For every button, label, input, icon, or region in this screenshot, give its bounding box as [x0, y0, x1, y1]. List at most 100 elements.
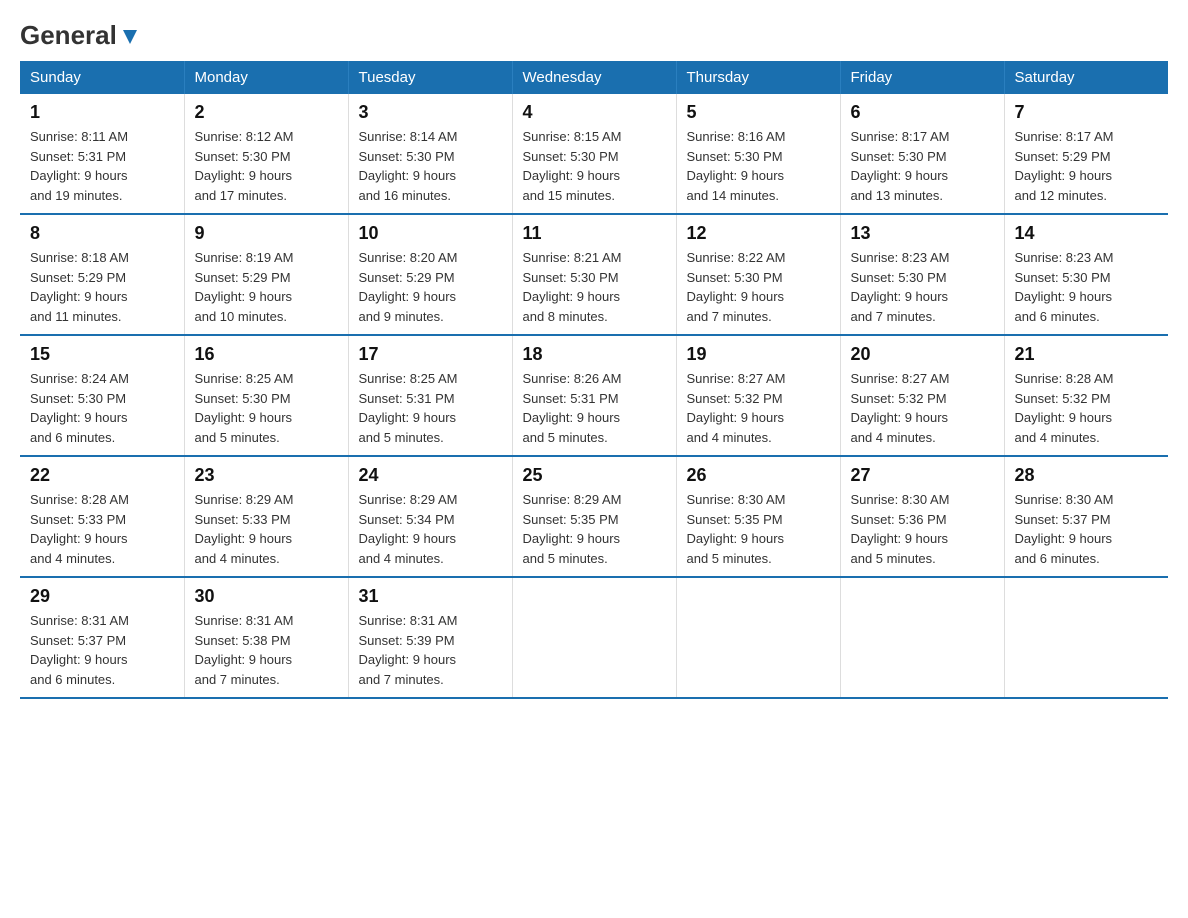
day-cell: 31 Sunrise: 8:31 AM Sunset: 5:39 PM Dayl…	[348, 577, 512, 698]
day-number: 14	[1015, 223, 1159, 244]
day-number: 21	[1015, 344, 1159, 365]
day-number: 20	[851, 344, 994, 365]
day-number: 26	[687, 465, 830, 486]
day-number: 22	[30, 465, 174, 486]
day-number: 28	[1015, 465, 1159, 486]
header-cell-monday: Monday	[184, 61, 348, 94]
day-cell: 25 Sunrise: 8:29 AM Sunset: 5:35 PM Dayl…	[512, 456, 676, 577]
day-number: 29	[30, 586, 174, 607]
day-number: 25	[523, 465, 666, 486]
day-number: 10	[359, 223, 502, 244]
day-number: 11	[523, 223, 666, 244]
day-info: Sunrise: 8:29 AM Sunset: 5:35 PM Dayligh…	[523, 490, 666, 568]
day-info: Sunrise: 8:17 AM Sunset: 5:29 PM Dayligh…	[1015, 127, 1159, 205]
logo: General	[20, 20, 141, 45]
day-cell	[512, 577, 676, 698]
day-info: Sunrise: 8:24 AM Sunset: 5:30 PM Dayligh…	[30, 369, 174, 447]
header-row: SundayMondayTuesdayWednesdayThursdayFrid…	[20, 61, 1168, 94]
day-cell: 1 Sunrise: 8:11 AM Sunset: 5:31 PM Dayli…	[20, 94, 184, 214]
day-number: 9	[195, 223, 338, 244]
day-number: 31	[359, 586, 502, 607]
week-row-3: 15 Sunrise: 8:24 AM Sunset: 5:30 PM Dayl…	[20, 335, 1168, 456]
day-info: Sunrise: 8:30 AM Sunset: 5:36 PM Dayligh…	[851, 490, 994, 568]
day-cell: 14 Sunrise: 8:23 AM Sunset: 5:30 PM Dayl…	[1004, 214, 1168, 335]
day-number: 13	[851, 223, 994, 244]
day-cell: 28 Sunrise: 8:30 AM Sunset: 5:37 PM Dayl…	[1004, 456, 1168, 577]
day-info: Sunrise: 8:14 AM Sunset: 5:30 PM Dayligh…	[359, 127, 502, 205]
day-cell: 11 Sunrise: 8:21 AM Sunset: 5:30 PM Dayl…	[512, 214, 676, 335]
day-info: Sunrise: 8:29 AM Sunset: 5:34 PM Dayligh…	[359, 490, 502, 568]
day-info: Sunrise: 8:20 AM Sunset: 5:29 PM Dayligh…	[359, 248, 502, 326]
day-cell: 18 Sunrise: 8:26 AM Sunset: 5:31 PM Dayl…	[512, 335, 676, 456]
day-info: Sunrise: 8:17 AM Sunset: 5:30 PM Dayligh…	[851, 127, 994, 205]
day-number: 27	[851, 465, 994, 486]
day-cell: 10 Sunrise: 8:20 AM Sunset: 5:29 PM Dayl…	[348, 214, 512, 335]
day-cell: 27 Sunrise: 8:30 AM Sunset: 5:36 PM Dayl…	[840, 456, 1004, 577]
day-cell: 24 Sunrise: 8:29 AM Sunset: 5:34 PM Dayl…	[348, 456, 512, 577]
calendar-body: 1 Sunrise: 8:11 AM Sunset: 5:31 PM Dayli…	[20, 94, 1168, 698]
day-cell: 7 Sunrise: 8:17 AM Sunset: 5:29 PM Dayli…	[1004, 94, 1168, 214]
day-info: Sunrise: 8:31 AM Sunset: 5:37 PM Dayligh…	[30, 611, 174, 689]
day-cell	[1004, 577, 1168, 698]
day-cell: 26 Sunrise: 8:30 AM Sunset: 5:35 PM Dayl…	[676, 456, 840, 577]
week-row-2: 8 Sunrise: 8:18 AM Sunset: 5:29 PM Dayli…	[20, 214, 1168, 335]
week-row-5: 29 Sunrise: 8:31 AM Sunset: 5:37 PM Dayl…	[20, 577, 1168, 698]
day-info: Sunrise: 8:23 AM Sunset: 5:30 PM Dayligh…	[1015, 248, 1159, 326]
header-cell-sunday: Sunday	[20, 61, 184, 94]
day-info: Sunrise: 8:30 AM Sunset: 5:37 PM Dayligh…	[1015, 490, 1159, 568]
day-cell: 2 Sunrise: 8:12 AM Sunset: 5:30 PM Dayli…	[184, 94, 348, 214]
week-row-4: 22 Sunrise: 8:28 AM Sunset: 5:33 PM Dayl…	[20, 456, 1168, 577]
logo-text-general: General	[20, 20, 117, 51]
day-info: Sunrise: 8:26 AM Sunset: 5:31 PM Dayligh…	[523, 369, 666, 447]
day-cell: 15 Sunrise: 8:24 AM Sunset: 5:30 PM Dayl…	[20, 335, 184, 456]
day-info: Sunrise: 8:28 AM Sunset: 5:32 PM Dayligh…	[1015, 369, 1159, 447]
day-cell: 6 Sunrise: 8:17 AM Sunset: 5:30 PM Dayli…	[840, 94, 1004, 214]
day-number: 19	[687, 344, 830, 365]
day-info: Sunrise: 8:29 AM Sunset: 5:33 PM Dayligh…	[195, 490, 338, 568]
header-cell-wednesday: Wednesday	[512, 61, 676, 94]
day-number: 17	[359, 344, 502, 365]
day-info: Sunrise: 8:28 AM Sunset: 5:33 PM Dayligh…	[30, 490, 174, 568]
header-cell-saturday: Saturday	[1004, 61, 1168, 94]
day-info: Sunrise: 8:18 AM Sunset: 5:29 PM Dayligh…	[30, 248, 174, 326]
day-number: 23	[195, 465, 338, 486]
day-info: Sunrise: 8:31 AM Sunset: 5:39 PM Dayligh…	[359, 611, 502, 689]
day-info: Sunrise: 8:27 AM Sunset: 5:32 PM Dayligh…	[851, 369, 994, 447]
day-cell: 8 Sunrise: 8:18 AM Sunset: 5:29 PM Dayli…	[20, 214, 184, 335]
day-number: 6	[851, 102, 994, 123]
day-number: 24	[359, 465, 502, 486]
calendar-header: SundayMondayTuesdayWednesdayThursdayFrid…	[20, 61, 1168, 94]
day-cell: 29 Sunrise: 8:31 AM Sunset: 5:37 PM Dayl…	[20, 577, 184, 698]
day-cell: 30 Sunrise: 8:31 AM Sunset: 5:38 PM Dayl…	[184, 577, 348, 698]
day-number: 16	[195, 344, 338, 365]
day-cell: 16 Sunrise: 8:25 AM Sunset: 5:30 PM Dayl…	[184, 335, 348, 456]
header-cell-friday: Friday	[840, 61, 1004, 94]
day-cell: 12 Sunrise: 8:22 AM Sunset: 5:30 PM Dayl…	[676, 214, 840, 335]
day-info: Sunrise: 8:15 AM Sunset: 5:30 PM Dayligh…	[523, 127, 666, 205]
day-number: 5	[687, 102, 830, 123]
day-cell	[840, 577, 1004, 698]
day-info: Sunrise: 8:30 AM Sunset: 5:35 PM Dayligh…	[687, 490, 830, 568]
day-cell: 4 Sunrise: 8:15 AM Sunset: 5:30 PM Dayli…	[512, 94, 676, 214]
page-header: General	[20, 20, 1168, 45]
day-cell: 20 Sunrise: 8:27 AM Sunset: 5:32 PM Dayl…	[840, 335, 1004, 456]
day-info: Sunrise: 8:16 AM Sunset: 5:30 PM Dayligh…	[687, 127, 830, 205]
day-cell: 9 Sunrise: 8:19 AM Sunset: 5:29 PM Dayli…	[184, 214, 348, 335]
day-number: 1	[30, 102, 174, 123]
day-info: Sunrise: 8:21 AM Sunset: 5:30 PM Dayligh…	[523, 248, 666, 326]
day-cell: 13 Sunrise: 8:23 AM Sunset: 5:30 PM Dayl…	[840, 214, 1004, 335]
day-info: Sunrise: 8:12 AM Sunset: 5:30 PM Dayligh…	[195, 127, 338, 205]
day-info: Sunrise: 8:31 AM Sunset: 5:38 PM Dayligh…	[195, 611, 338, 689]
day-number: 4	[523, 102, 666, 123]
day-cell	[676, 577, 840, 698]
day-number: 12	[687, 223, 830, 244]
day-info: Sunrise: 8:27 AM Sunset: 5:32 PM Dayligh…	[687, 369, 830, 447]
day-cell: 23 Sunrise: 8:29 AM Sunset: 5:33 PM Dayl…	[184, 456, 348, 577]
day-cell: 17 Sunrise: 8:25 AM Sunset: 5:31 PM Dayl…	[348, 335, 512, 456]
calendar-table: SundayMondayTuesdayWednesdayThursdayFrid…	[20, 61, 1168, 699]
day-cell: 19 Sunrise: 8:27 AM Sunset: 5:32 PM Dayl…	[676, 335, 840, 456]
day-number: 18	[523, 344, 666, 365]
week-row-1: 1 Sunrise: 8:11 AM Sunset: 5:31 PM Dayli…	[20, 94, 1168, 214]
day-cell: 21 Sunrise: 8:28 AM Sunset: 5:32 PM Dayl…	[1004, 335, 1168, 456]
day-info: Sunrise: 8:25 AM Sunset: 5:31 PM Dayligh…	[359, 369, 502, 447]
